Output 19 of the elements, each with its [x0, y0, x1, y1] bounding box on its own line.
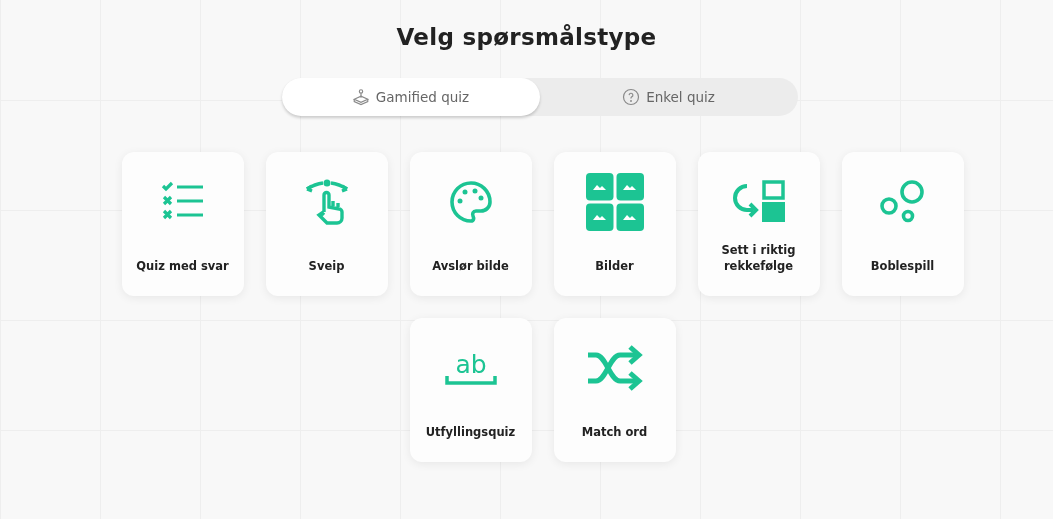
swipe-hand-icon — [303, 179, 350, 225]
question-type-card[interactable]: ab Utfyllingsquiz — [409, 318, 532, 462]
shuffle-icon — [585, 343, 644, 393]
quiz-type-tab[interactable]: Gamified quiz — [281, 78, 540, 116]
question-type-card[interactable]: Boblespill — [841, 152, 964, 296]
palette-icon — [447, 179, 494, 225]
question-type-card[interactable]: Match ord — [553, 318, 676, 462]
question-type-card[interactable]: Bilder — [553, 152, 676, 296]
image-grid-icon — [585, 173, 644, 231]
joystick-icon — [351, 88, 370, 106]
question-type-card[interactable]: Sveip — [265, 152, 388, 296]
bubbles-icon — [878, 180, 927, 224]
question-type-card[interactable]: Quiz med svar — [121, 152, 244, 296]
question-type-card[interactable]: Sett i riktig rekkefølge — [697, 152, 820, 296]
page-title: Velg spørsmålstype — [396, 24, 657, 50]
question-icon — [622, 88, 641, 106]
reorder-icon — [732, 180, 785, 224]
question-type-card[interactable]: Avslør bilde — [409, 152, 532, 296]
quiz-type-tab[interactable]: Enkel quiz — [539, 78, 798, 116]
